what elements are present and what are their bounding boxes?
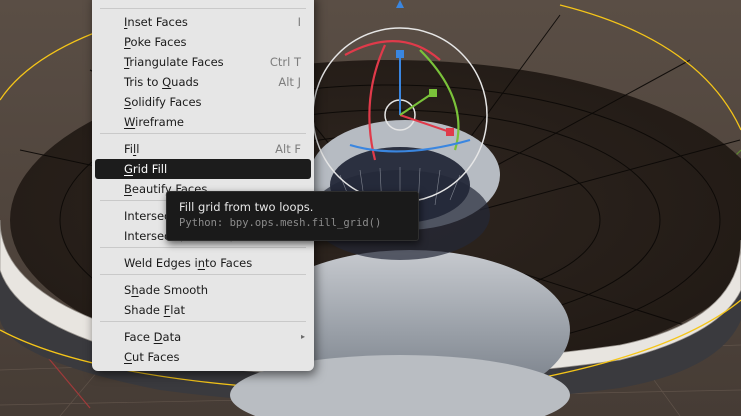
menu-item-grid-fill[interactable]: Grid Fill xyxy=(95,159,311,179)
menu-item-shortcut: Alt F xyxy=(275,142,301,156)
menu-item-label: Tris to Quads xyxy=(124,75,199,89)
menu-item-label: Triangulate Faces xyxy=(124,55,224,69)
menu-item-tris-to-quads[interactable]: Tris to Quads Alt J xyxy=(95,72,311,92)
submenu-arrow-icon: ▸ xyxy=(300,332,305,341)
menu-separator xyxy=(100,274,306,275)
menu-separator xyxy=(100,133,306,134)
menu-item-shade-flat[interactable]: Shade Flat xyxy=(95,300,311,320)
tooltip-python: Python: bpy.ops.mesh.fill_grid() xyxy=(179,217,382,229)
menu-separator xyxy=(100,8,306,9)
menu-item-label: Cut Faces xyxy=(124,350,180,364)
tooltip-title: Fill grid from two loops. xyxy=(179,200,314,214)
menu-item-cut-faces[interactable]: Cut Faces xyxy=(95,347,311,367)
menu-item-fill[interactable]: Fill Alt F xyxy=(95,139,311,159)
menu-item-label: Poke Faces xyxy=(124,35,187,49)
menu-item-shortcut: Ctrl T xyxy=(269,55,301,69)
menu-item-label: Wireframe xyxy=(124,115,184,129)
menu-item-label: Solidify Faces xyxy=(124,95,202,109)
menu-item-triangulate-faces[interactable]: Triangulate Faces Ctrl T xyxy=(95,52,311,72)
menu-item-label: Weld Edges into Faces xyxy=(124,256,253,270)
menu-item-weld-edges-into-faces[interactable]: Weld Edges into Faces xyxy=(95,253,311,273)
menu-item-label: Face Data xyxy=(124,330,182,344)
menu-item-shortcut: Alt J xyxy=(278,75,301,89)
menu-item-poke-faces[interactable]: Poke Faces xyxy=(95,32,311,52)
menu-item-label: Fill xyxy=(124,142,140,156)
menu-separator xyxy=(100,247,306,248)
menu-item-face-data[interactable]: Face Data ▸ xyxy=(95,327,311,347)
menu-item-inset-faces[interactable]: Inset Faces I xyxy=(95,12,311,32)
menu-item-wireframe[interactable]: Wireframe xyxy=(95,112,311,132)
menu-item-shade-smooth[interactable]: Shade Smooth xyxy=(95,280,311,300)
menu-item-label: Grid Fill xyxy=(124,162,168,176)
menu-item-shortcut: I xyxy=(297,15,301,29)
tooltip: Fill grid from two loops. Python: bpy.op… xyxy=(166,191,419,241)
menu-separator xyxy=(100,321,306,322)
menu-item-solidify-faces[interactable]: Solidify Faces xyxy=(95,92,311,112)
menu-item-label: Inset Faces xyxy=(124,15,188,29)
menu-item-label: Shade Smooth xyxy=(124,283,209,297)
menu-item-label: Shade Flat xyxy=(124,303,186,317)
face-context-menu: Inset Faces I Poke Faces Triangulate Faces C… xyxy=(92,0,314,371)
